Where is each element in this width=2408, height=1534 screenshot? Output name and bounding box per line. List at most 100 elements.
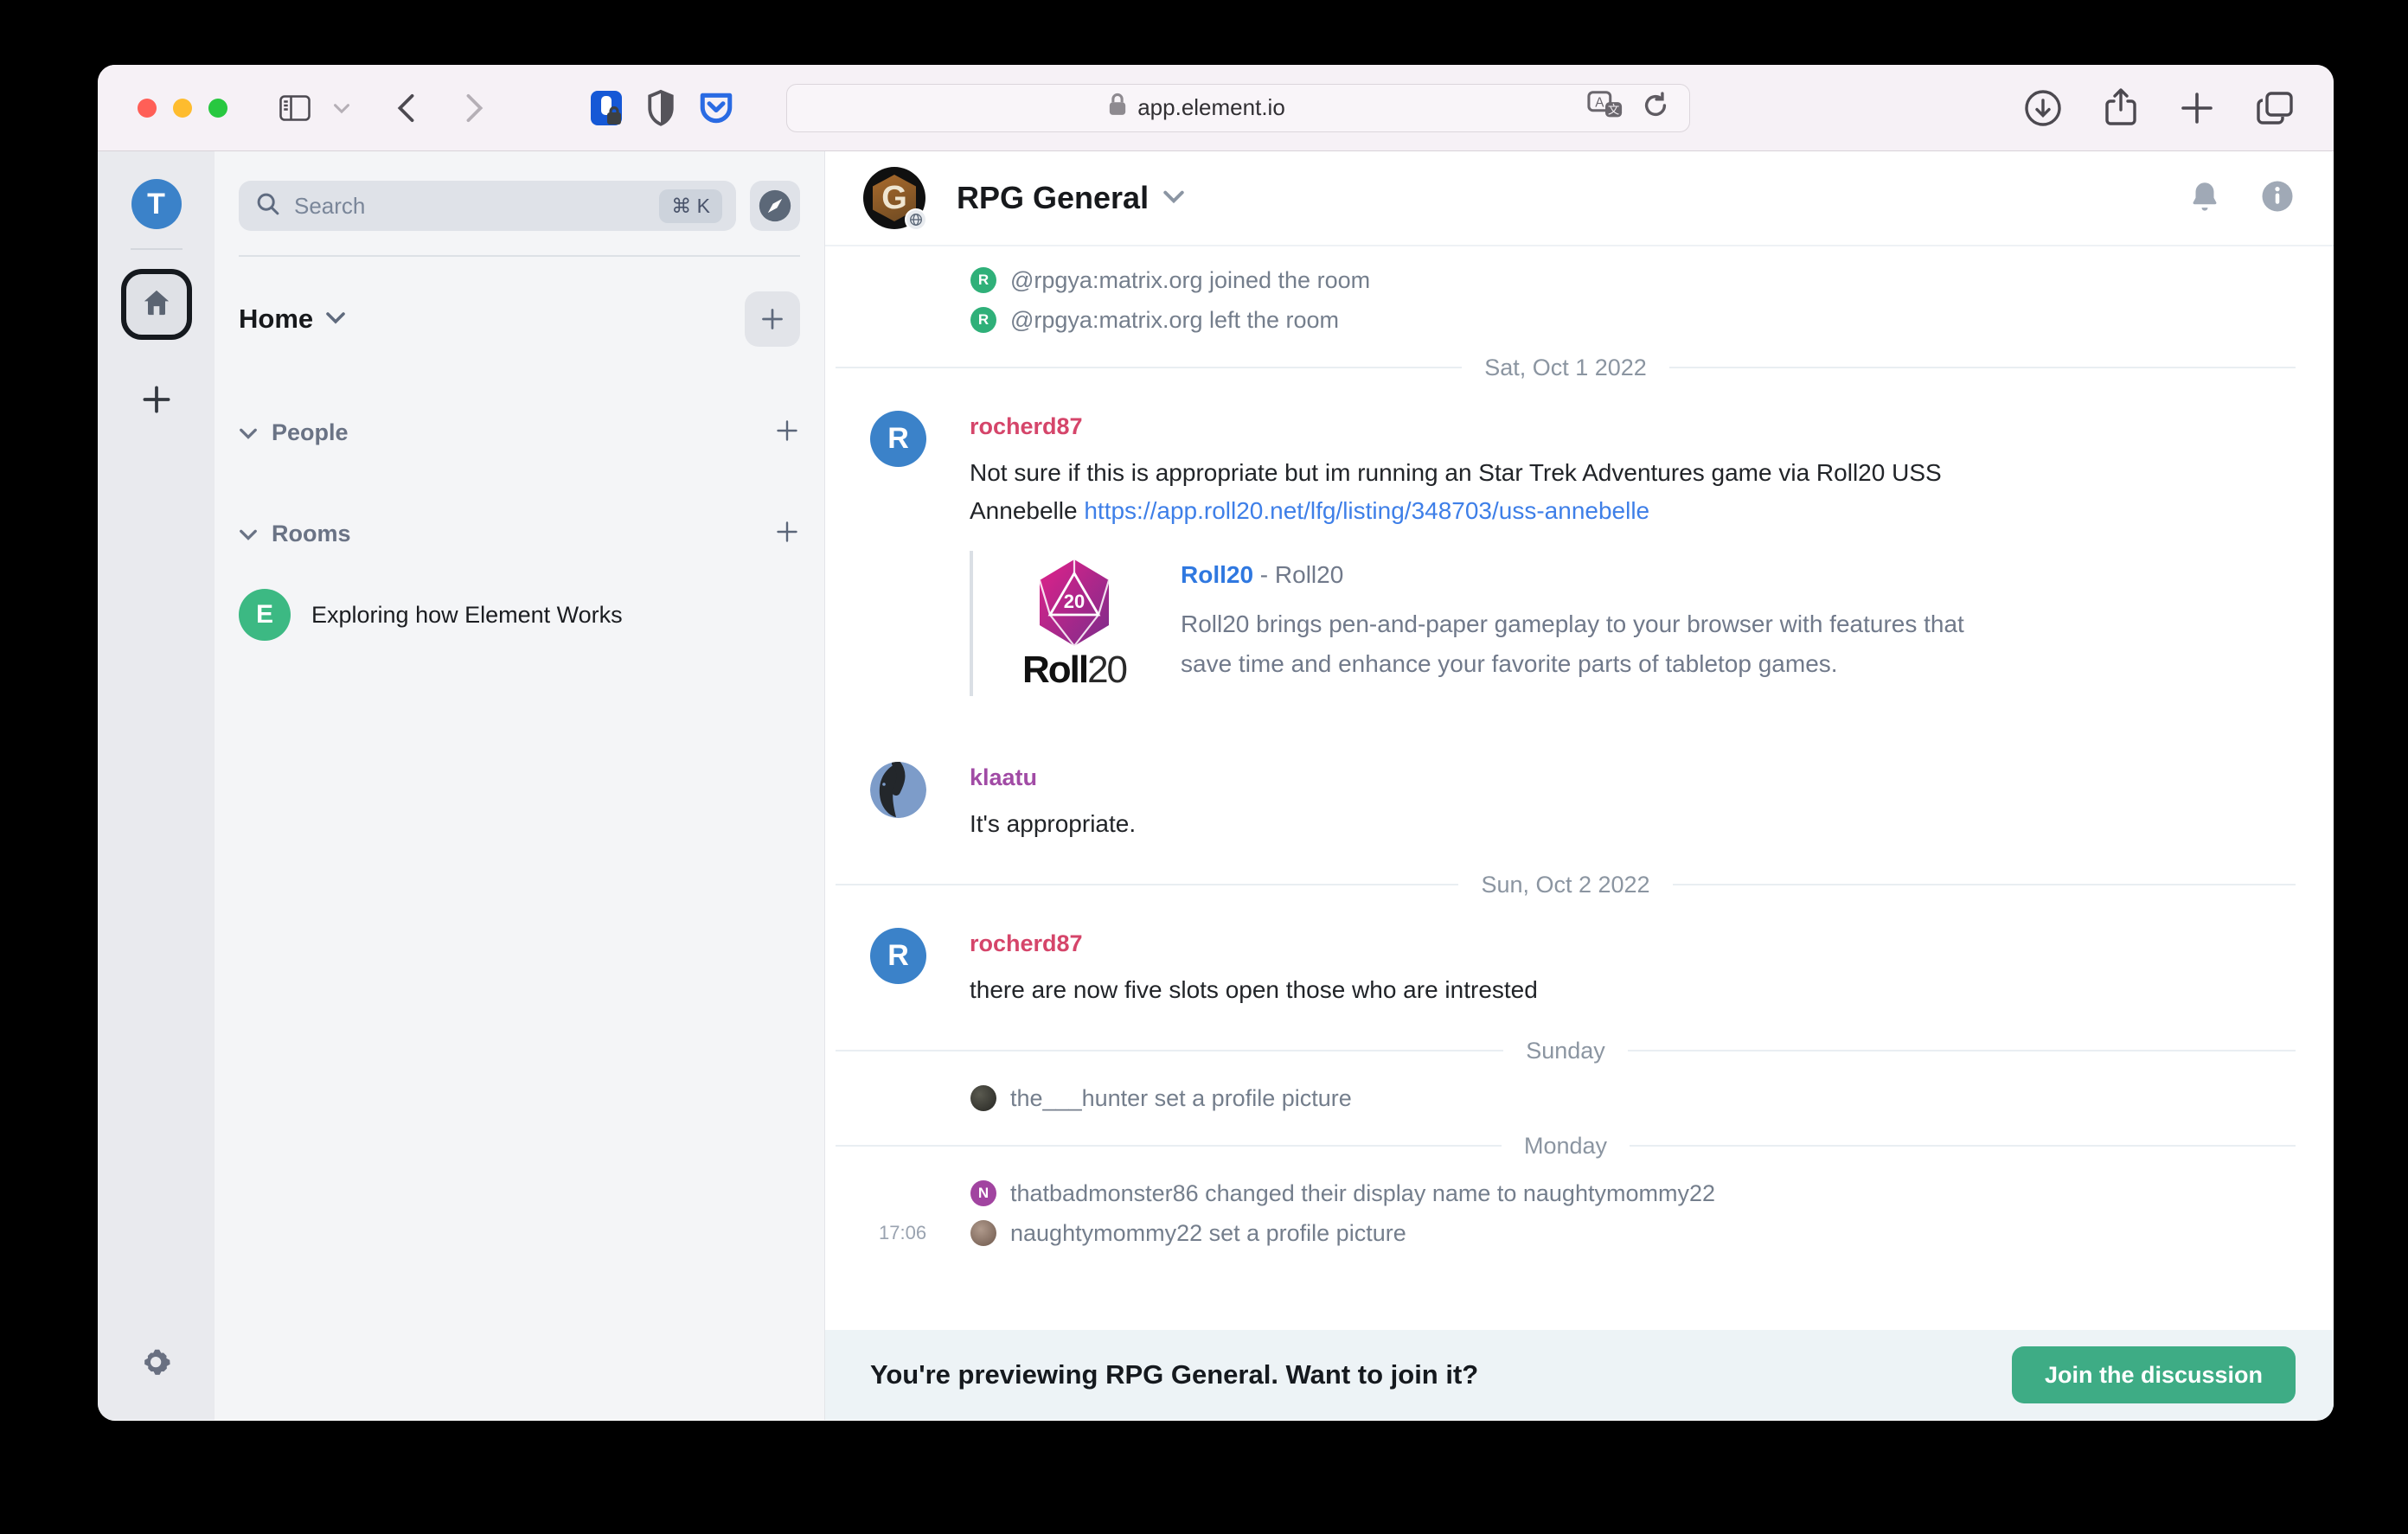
state-event-row: R @rpgya:matrix.org joined the room	[825, 260, 2334, 300]
public-room-globe-icon	[905, 208, 927, 231]
divider	[131, 248, 183, 250]
message-timeline[interactable]: R @rpgya:matrix.org joined the room R @r…	[825, 246, 2334, 1330]
avatar: N	[970, 1180, 996, 1206]
room-list-item[interactable]: E Exploring how Element Works	[239, 589, 800, 641]
message-text: Not sure if this is appropriate but im r…	[970, 454, 2334, 492]
message-sender[interactable]: rocherd87	[970, 924, 2334, 962]
chevron-down-icon[interactable]	[333, 102, 350, 114]
event-timestamp: 17:06	[879, 1222, 926, 1244]
room-list-panel: ⌘ K Home	[215, 151, 825, 1420]
explore-rooms-button[interactable]	[750, 181, 800, 231]
room-header-avatar[interactable]: G	[863, 167, 925, 229]
card-title-link[interactable]: Roll20	[1181, 561, 1253, 588]
minimize-window-button[interactable]	[173, 99, 192, 118]
message-sender[interactable]: klaatu	[970, 758, 2334, 796]
add-space-button[interactable]	[142, 385, 171, 419]
svg-text:文: 文	[1608, 104, 1619, 117]
back-icon[interactable]	[395, 93, 416, 123]
search-shortcut-badge: ⌘ K	[659, 189, 722, 223]
password-manager-icon[interactable]	[589, 89, 624, 127]
date-separator: Monday	[825, 1118, 2334, 1173]
add-people-button[interactable]	[774, 418, 800, 448]
date-separator: Sat, Oct 1 2022	[825, 340, 2334, 395]
search-input[interactable]	[294, 193, 659, 220]
chevron-down-icon	[239, 426, 258, 440]
section-people[interactable]: People	[239, 418, 800, 448]
state-event-text: thatbadmonster86 changed their display n…	[1010, 1180, 1715, 1207]
divider	[239, 255, 800, 257]
date-separator: Sun, Oct 2 2022	[825, 857, 2334, 912]
home-space-button[interactable]	[121, 269, 192, 340]
room-title[interactable]: RPG General	[957, 180, 1149, 216]
zoom-window-button[interactable]	[208, 99, 227, 118]
state-event-row: the___hunter set a profile picture	[825, 1078, 2334, 1118]
chat-panel: G RPG General	[825, 151, 2334, 1420]
chevron-down-icon[interactable]	[1162, 189, 1185, 208]
avatar	[970, 1220, 996, 1246]
pocket-extension-icon[interactable]	[698, 90, 734, 126]
state-event-row: N thatbadmonster86 changed their display…	[825, 1173, 2334, 1213]
url-bar[interactable]: app.element.io A 文	[786, 84, 1690, 132]
chevron-down-icon[interactable]	[325, 310, 346, 329]
forward-icon[interactable]	[464, 93, 485, 123]
section-label: People	[272, 419, 349, 446]
join-discussion-button[interactable]: Join the discussion	[2012, 1346, 2296, 1403]
add-room-button[interactable]	[774, 519, 800, 549]
message-text: Annebelle https://app.roll20.net/lfg/lis…	[970, 492, 2334, 530]
url-preview-card[interactable]: 20 Roll20 Roll20 - Roll20 Roll20 brings …	[970, 551, 1999, 696]
avatar[interactable]: R	[870, 411, 926, 467]
new-tab-icon[interactable]	[2180, 91, 2214, 125]
chevron-down-icon	[239, 527, 258, 541]
url-text: app.element.io	[1137, 94, 1285, 121]
svg-text:20: 20	[1064, 591, 1085, 612]
close-window-button[interactable]	[138, 99, 157, 118]
avatar[interactable]	[870, 762, 926, 818]
message: R rocherd87 Not sure if this is appropri…	[825, 407, 2334, 530]
message-text: It's appropriate.	[970, 805, 2334, 843]
downloads-icon[interactable]	[2024, 89, 2062, 127]
date-separator: Sunday	[825, 1023, 2334, 1078]
state-event-text: @rpgya:matrix.org left the room	[1010, 307, 1339, 334]
user-avatar[interactable]: T	[131, 179, 182, 229]
avatar	[970, 1085, 996, 1111]
room-name: Exploring how Element Works	[311, 602, 623, 629]
room-info-icon[interactable]	[2259, 178, 2296, 219]
sidebar-toggle-icon[interactable]	[279, 95, 311, 121]
message-text: there are now five slots open those who …	[970, 971, 2334, 1009]
tab-overview-icon[interactable]	[2256, 91, 2294, 125]
add-button[interactable]	[745, 291, 800, 347]
section-rooms[interactable]: Rooms	[239, 519, 800, 549]
svg-text:A: A	[1595, 96, 1604, 111]
message-link[interactable]: https://app.roll20.net/lfg/listing/34870…	[1084, 497, 1649, 524]
card-description: Roll20 brings pen-and-paper gameplay to …	[1181, 604, 1999, 684]
space-name[interactable]: Home	[239, 304, 313, 335]
browser-window: app.element.io A 文	[98, 65, 2334, 1421]
room-preview-bar: You're previewing RPG General. Want to j…	[825, 1330, 2334, 1420]
room-header: G RPG General	[825, 151, 2334, 246]
browser-toolbar: app.element.io A 文	[98, 65, 2334, 151]
shield-extension-icon[interactable]	[646, 89, 676, 127]
search-icon	[256, 192, 280, 221]
state-event-text: the___hunter set a profile picture	[1010, 1085, 1352, 1112]
share-icon[interactable]	[2104, 87, 2138, 129]
section-label: Rooms	[272, 521, 351, 547]
roll20-logo: 20 Roll20	[1009, 558, 1139, 689]
state-event-row: 17:06 naughtymommy22 set a profile pictu…	[825, 1213, 2334, 1253]
message: R rocherd87 there are now five slots ope…	[825, 924, 2334, 1009]
search-box[interactable]: ⌘ K	[239, 181, 736, 231]
translate-icon[interactable]: A 文	[1587, 90, 1623, 125]
notifications-bell-icon[interactable]	[2187, 178, 2223, 219]
avatar[interactable]: R	[870, 928, 926, 984]
preview-text: You're previewing RPG General. Want to j…	[870, 1359, 1478, 1390]
card-title: Roll20 - Roll20	[1181, 561, 1999, 589]
state-event-text: naughtymommy22 set a profile picture	[1010, 1220, 1406, 1247]
message-sender[interactable]: rocherd87	[970, 407, 2334, 445]
avatar: R	[970, 307, 996, 333]
state-event-text: @rpgya:matrix.org joined the room	[1010, 267, 1370, 294]
reload-icon[interactable]	[1641, 91, 1670, 125]
state-event-row: R @rpgya:matrix.org left the room	[825, 300, 2334, 340]
room-avatar: E	[239, 589, 291, 641]
settings-gear-icon[interactable]	[138, 1345, 175, 1385]
avatar: R	[970, 267, 996, 293]
message: klaatu It's appropriate.	[825, 758, 2334, 843]
